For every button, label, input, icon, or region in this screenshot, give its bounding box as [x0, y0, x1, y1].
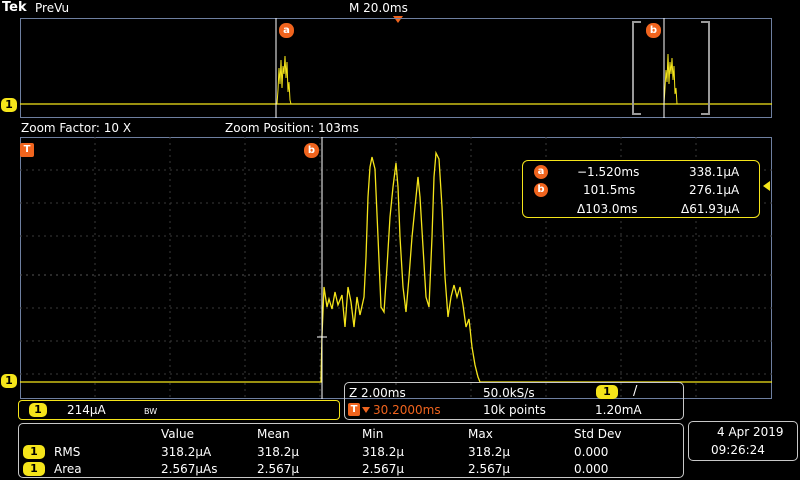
measure-name-rms: RMS	[54, 445, 81, 459]
trigger-position-badge: T	[348, 403, 360, 416]
prevu-label: PreVu	[35, 1, 70, 15]
table-cell: 2.567µAs	[161, 462, 218, 476]
acquisition-panel[interactable]: Z 2.00ms 50.0kS/s 1 / T 30.2000ms 10k po…	[344, 382, 684, 420]
measure-header-min: Min	[362, 427, 384, 441]
datetime-panel[interactable]: 4 Apr 2019 09:26:24	[688, 421, 798, 461]
table-cell: 2.567µ	[468, 462, 510, 476]
cursor-delta-value: Δ61.93µA	[681, 202, 740, 216]
channel1-settings[interactable]: 1 214µA BW	[18, 400, 340, 420]
measure-channel-badge: 1	[23, 445, 45, 459]
cursor-b-badge: b	[534, 183, 548, 197]
cursor-delta-time: Δ103.0ms	[577, 202, 638, 216]
cursor-a-time: −1.520ms	[577, 165, 640, 179]
zoom-scale: Z 2.00ms	[349, 386, 406, 400]
sample-rate: 50.0kS/s	[483, 386, 535, 400]
zoom-position-label: Zoom Position: 103ms	[225, 121, 359, 135]
table-cell: 2.567µ	[257, 462, 299, 476]
table-row[interactable]: 1 Area 2.567µAs 2.567µ 2.567µ 2.567µ 0.0…	[19, 461, 683, 477]
table-cell: 0.000	[574, 445, 609, 459]
table-cell: 318.2µA	[161, 445, 212, 459]
cursor-b-marker-overview[interactable]: b	[646, 23, 661, 38]
trigger-level: 1.20mA	[595, 403, 642, 417]
trigger-slope-icon: /	[633, 384, 638, 399]
cursor-b-time: 101.5ms	[583, 183, 636, 197]
measure-header-stddev: Std Dev	[574, 427, 622, 441]
cursor-level-marker[interactable]	[763, 181, 770, 191]
bandwidth-limit-icon: BW	[144, 407, 158, 416]
time-readout: 09:26:24	[711, 443, 765, 457]
table-cell: 318.2µ	[257, 445, 299, 459]
record-length: 10k points	[483, 403, 546, 417]
zoom-bracket-left	[632, 21, 641, 115]
timebase-readout[interactable]: M 20.0ms	[349, 1, 408, 15]
measurement-table[interactable]: Value Mean Min Max Std Dev 1 RMS 318.2µA…	[18, 423, 684, 478]
cursor-readout-panel[interactable]: a −1.520ms 338.1µA b 101.5ms 276.1µA Δ10…	[522, 160, 760, 218]
measure-header-mean: Mean	[257, 427, 290, 441]
table-row[interactable]: 1 RMS 318.2µA 318.2µ 318.2µ 318.2µ 0.000	[19, 444, 683, 460]
cursor-b-value: 276.1µA	[689, 183, 740, 197]
table-cell: 0.000	[574, 462, 609, 476]
channel1-scale: 214µA	[67, 403, 106, 417]
measure-channel-badge: 1	[23, 462, 45, 476]
zoom-factor-label: Zoom Factor: 10 X	[21, 121, 132, 135]
cursor-a-marker-overview[interactable]: a	[279, 23, 294, 38]
cursor-b-marker-zoom[interactable]: b	[304, 143, 319, 158]
overview-burst-a	[276, 55, 292, 105]
table-cell: 2.567µ	[362, 462, 404, 476]
trigger-source-badge: 1	[596, 385, 618, 399]
table-cell: 318.2µ	[468, 445, 510, 459]
trigger-position: 30.2000ms	[373, 403, 441, 417]
channel1-marker-overview[interactable]: 1	[1, 98, 17, 112]
trigger-marker-zoom[interactable]: T	[20, 143, 34, 157]
cursor-a-value: 338.1µA	[689, 165, 740, 179]
brand-logo: Tek	[2, 0, 27, 15]
table-cell: 318.2µ	[362, 445, 404, 459]
overview-burst-b	[663, 53, 678, 105]
channel1-marker-zoom[interactable]: 1	[1, 374, 17, 388]
measure-name-area: Area	[54, 462, 82, 476]
date-readout: 4 Apr 2019	[717, 425, 784, 439]
channel1-badge: 1	[29, 403, 47, 417]
trigger-arrow-icon	[362, 407, 370, 413]
measure-header-max: Max	[468, 427, 493, 441]
zoom-bracket-right	[701, 21, 710, 115]
measure-header-value: Value	[161, 427, 194, 441]
cursor-a-badge: a	[534, 165, 548, 179]
